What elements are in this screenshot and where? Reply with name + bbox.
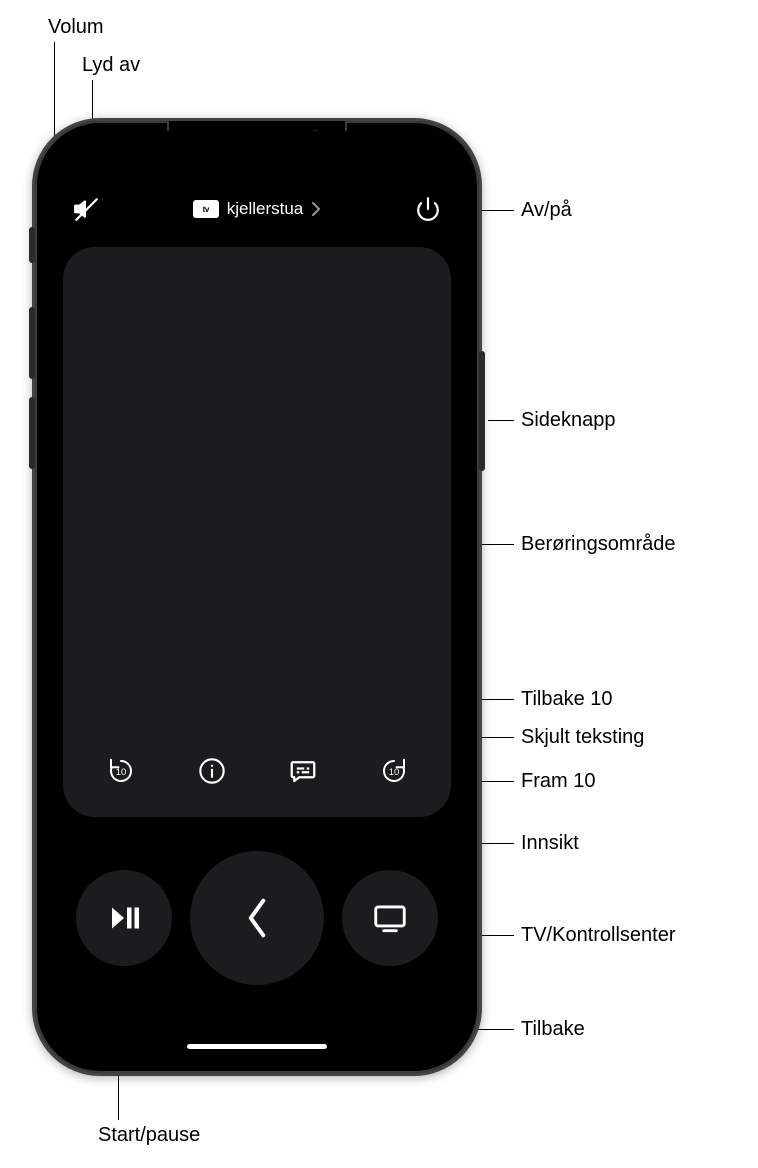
callout-power: Av/på	[521, 199, 572, 222]
skip-back-10-icon: 10	[106, 756, 136, 786]
callout-back: Tilbake	[521, 1018, 585, 1041]
callout-mute: Lyd av	[82, 54, 140, 77]
leader	[488, 420, 514, 421]
callout-back10: Tilbake 10	[521, 688, 613, 711]
svg-text:10: 10	[388, 767, 398, 777]
skip-forward-10-button[interactable]: 10	[372, 749, 416, 793]
captions-icon	[288, 756, 318, 786]
callout-side-button: Sideknapp	[521, 409, 616, 432]
chevron-left-icon	[242, 896, 272, 940]
tv-control-center-button[interactable]	[342, 870, 438, 966]
callout-play-pause: Start/pause	[98, 1124, 200, 1147]
callout-volume: Volum	[48, 16, 104, 39]
bottom-button-row	[45, 851, 469, 985]
apple-tv-badge-icon: tv	[193, 200, 219, 218]
callout-insight: Innsikt	[521, 832, 579, 855]
callout-fwd10: Fram 10	[521, 770, 595, 793]
home-indicator	[187, 1044, 327, 1049]
volume-down-button[interactable]	[29, 397, 35, 469]
device-name: kjellerstua	[227, 199, 304, 219]
side-button[interactable]	[479, 351, 485, 471]
play-pause-button[interactable]	[76, 870, 172, 966]
info-button[interactable]	[190, 749, 234, 793]
callout-touch-area: Berøringsområde	[521, 533, 676, 556]
phone-frame: tv kjellerstua	[32, 118, 482, 1076]
device-selector[interactable]: tv kjellerstua	[193, 199, 322, 219]
volume-up-button[interactable]	[29, 307, 35, 379]
back-button[interactable]	[190, 851, 324, 985]
mute-icon[interactable]	[73, 196, 99, 222]
play-pause-icon	[106, 900, 142, 936]
info-icon	[198, 757, 226, 785]
remote-top-bar: tv kjellerstua	[45, 189, 469, 229]
panel-button-row: 10	[63, 749, 451, 793]
screen: tv kjellerstua	[45, 131, 469, 1063]
svg-text:10: 10	[115, 767, 125, 777]
skip-forward-10-icon: 10	[379, 756, 409, 786]
silent-switch	[29, 227, 35, 263]
callout-cc: Skjult teksting	[521, 726, 644, 749]
callout-tv-control: TV/Kontrollsenter	[521, 924, 676, 947]
skip-back-10-button[interactable]: 10	[99, 749, 143, 793]
touch-surface[interactable]: 10	[63, 247, 451, 817]
tv-icon	[371, 899, 409, 937]
captions-button[interactable]	[281, 749, 325, 793]
diagram-stage: Volum Lyd av Av/på Sideknapp Berøringsom…	[0, 0, 758, 1168]
chevron-right-icon	[311, 202, 321, 216]
power-icon[interactable]	[415, 196, 441, 222]
